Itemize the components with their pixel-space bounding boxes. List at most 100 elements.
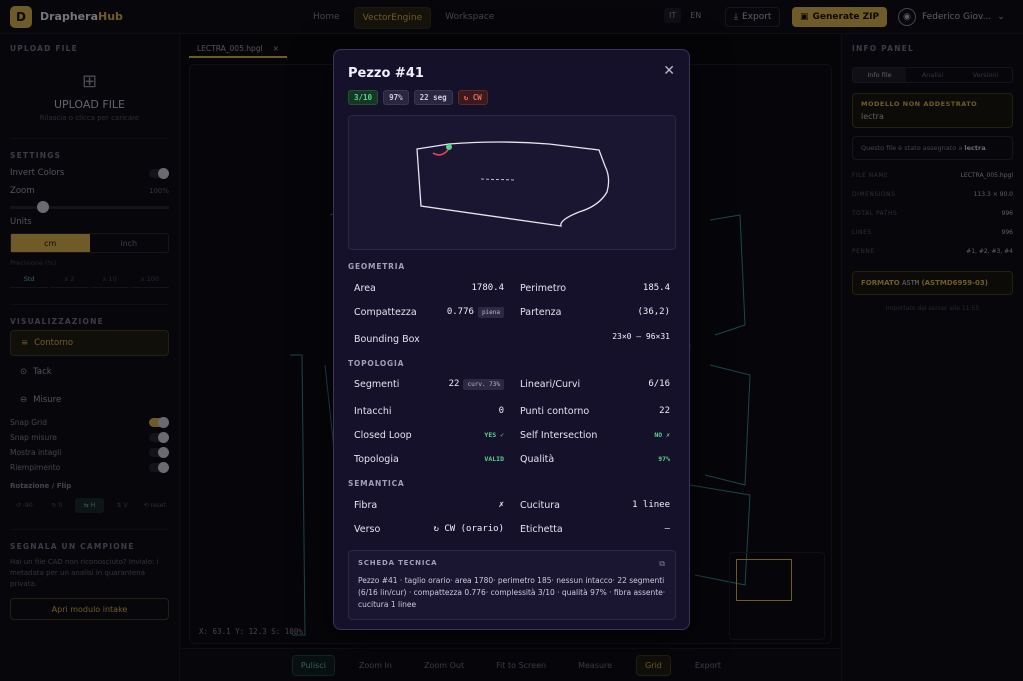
zoom-out-button[interactable]: Zoom Out [416, 656, 472, 675]
precision-std[interactable]: Std [10, 271, 49, 288]
punti-label: Punti contorno [520, 405, 590, 417]
zoom-value: 100% [148, 187, 169, 195]
bbox-value: 23×0 – 96×31 [612, 331, 670, 341]
closed-loop-value: YES ✓ [484, 431, 504, 439]
measure-button[interactable]: Measure [570, 656, 620, 675]
visualizzazione-title: VISUALIZZAZIONE [10, 317, 104, 326]
precision-x100[interactable]: x 100 [130, 271, 169, 288]
upload-dropzone[interactable]: ⊞ UPLOAD FILE Rilascia o clicca per cari… [10, 71, 169, 122]
nav-workspace[interactable]: Workspace [437, 7, 502, 29]
piece-detail-modal: Pezzo #41 ✕ 3/10 97% 22 seg ↻ CW GEOMETR… [333, 49, 690, 630]
complexity-badge: 3/10 [348, 90, 379, 105]
vis-contorno[interactable]: ≡ Contorno [10, 330, 169, 356]
kv-key: LINES [852, 229, 872, 236]
compattezza-label: Compattezza [354, 306, 417, 318]
flip-h[interactable]: ⇆ H [75, 498, 104, 513]
clear-button[interactable]: Pulisci [291, 654, 335, 676]
semantica-grid: Fibra ✗ Cucitura 1 linee Verso ↻ CW (orario… [348, 494, 676, 542]
start-point [446, 144, 452, 150]
precision-x2[interactable]: x 2 [50, 271, 89, 288]
generate-label: Generate ZIP [812, 12, 880, 22]
seam-line [480, 178, 516, 181]
unit-cm[interactable]: cm [11, 234, 90, 252]
info-tabs: Info file Analisi Versioni [852, 67, 1013, 83]
qualita-label: Qualità [520, 453, 555, 465]
topologia-title: TOPOLOGIA [348, 359, 405, 368]
vis-misure[interactable]: ⊖ Misure [10, 388, 169, 412]
grid-button[interactable]: Grid [636, 654, 671, 676]
minimap-viewport[interactable] [736, 559, 792, 601]
close-icon[interactable]: ✕ [663, 63, 675, 79]
geometria-grid: Area 1780.4 Perimetro 185.4 Compattezza 0.7… [348, 277, 676, 353]
vis-tack-label: Tack [33, 367, 52, 377]
precision-x10[interactable]: x 10 [90, 271, 129, 288]
kv-key: TOTAL PATHS [852, 210, 898, 217]
minimap[interactable] [729, 552, 825, 640]
vis-tack[interactable]: ⊙ Tack [10, 360, 169, 384]
close-icon[interactable]: × [273, 44, 279, 53]
punti-value: 22 [659, 406, 670, 416]
invert-toggle[interactable] [149, 167, 169, 179]
partenza-value: (36,2) [637, 307, 670, 317]
vis-misure-label: Misure [33, 395, 62, 405]
tab-versioni[interactable]: Versioni [959, 68, 1012, 82]
generate-zip-button[interactable]: ▣ Generate ZIP [792, 7, 888, 27]
left-panel: UPLOAD FILE ⊞ UPLOAD FILE Rilascia o cli… [0, 34, 180, 681]
geometria-title: GEOMETRIA [348, 262, 405, 271]
format-code: (ASTMD6959-03) [921, 279, 988, 287]
quality-badge: 97% [383, 90, 409, 105]
cucitura-label: Cucitura [520, 499, 560, 511]
rot-zero[interactable]: ↻ 0 [43, 498, 72, 513]
export-button[interactable]: ⤓ Export [725, 7, 781, 27]
modal-title: Pezzo #41 [348, 66, 424, 81]
segmenti-value: 22 [448, 379, 460, 389]
tab-info-file[interactable]: Info file [853, 68, 906, 82]
lang-en[interactable]: EN [685, 8, 706, 23]
mostra-intagli-toggle[interactable] [149, 447, 169, 458]
copy-icon[interactable]: ⧉ [659, 559, 665, 569]
kv-value: 996 [1001, 210, 1013, 217]
snap-grid-toggle[interactable] [149, 417, 169, 428]
area-value: 1780.4 [471, 283, 504, 293]
model-value: lectra [861, 112, 884, 121]
technical-sheet: SCHEDA TECNICA ⧉ Pezzo #41 · taglio orar… [348, 550, 676, 620]
fit-screen-button[interactable]: Fit to Screen [488, 656, 554, 675]
intake-button[interactable]: Apri modulo intake [10, 598, 169, 620]
nav-vectorengine[interactable]: VectorEngine [353, 7, 432, 29]
logo-icon: D [10, 6, 32, 28]
snap-misure-toggle[interactable] [149, 432, 169, 443]
user-menu[interactable]: ◉ Federico Giov... ⌄ [898, 8, 1005, 26]
flip-v[interactable]: ⇅ V [108, 498, 137, 513]
format-box: FORMATO ASTM (ASTMD6959-03) [852, 271, 1013, 295]
tab-analisi[interactable]: Analisi [906, 68, 959, 82]
self-intersection-value: NO ✗ [654, 431, 670, 439]
unit-inch[interactable]: inch [90, 234, 169, 252]
kv-key: FILE NAME [852, 172, 889, 179]
closed-loop-label: Closed Loop [354, 429, 412, 441]
main-nav: Home VectorEngine Workspace [305, 7, 502, 29]
riempimento-toggle[interactable] [149, 462, 169, 473]
etichetta-label: Etichetta [520, 523, 563, 535]
upload-folder-icon: ⊞ [81, 71, 98, 92]
nav-home[interactable]: Home [305, 7, 348, 29]
kv-value: #1, #2, #3, #4 [966, 248, 1013, 255]
kv-value: LECTRA_005.hpgl [960, 172, 1013, 179]
sheet-body: Pezzo #41 · taglio orario· area 1780· pe… [358, 576, 666, 609]
assignment-info: Questo file è stato assegnato a lectra. [852, 136, 1013, 160]
canvas-export-button[interactable]: Export [687, 656, 729, 675]
piece-preview [348, 115, 676, 250]
tack-icon: ⊙ [20, 367, 28, 377]
zoom-in-button[interactable]: Zoom In [351, 656, 400, 675]
kv-value: 996 [1001, 229, 1013, 236]
zoom-label: Zoom [10, 186, 35, 196]
kv-key: DIMENSIONS [852, 191, 896, 198]
cucitura-value: 1 linee [632, 500, 670, 510]
kv-key: PENNE [852, 248, 875, 255]
topologia-value: VALID [484, 455, 504, 463]
zoom-slider[interactable] [10, 201, 169, 213]
format-value: ASTM [902, 279, 919, 287]
rot-reset[interactable]: ⟲ reset [140, 498, 169, 513]
rot-ccw[interactable]: ↺ -90 [10, 498, 39, 513]
lang-it[interactable]: IT [664, 8, 682, 23]
file-tab[interactable]: LECTRA_005.hpgl × [189, 40, 287, 58]
